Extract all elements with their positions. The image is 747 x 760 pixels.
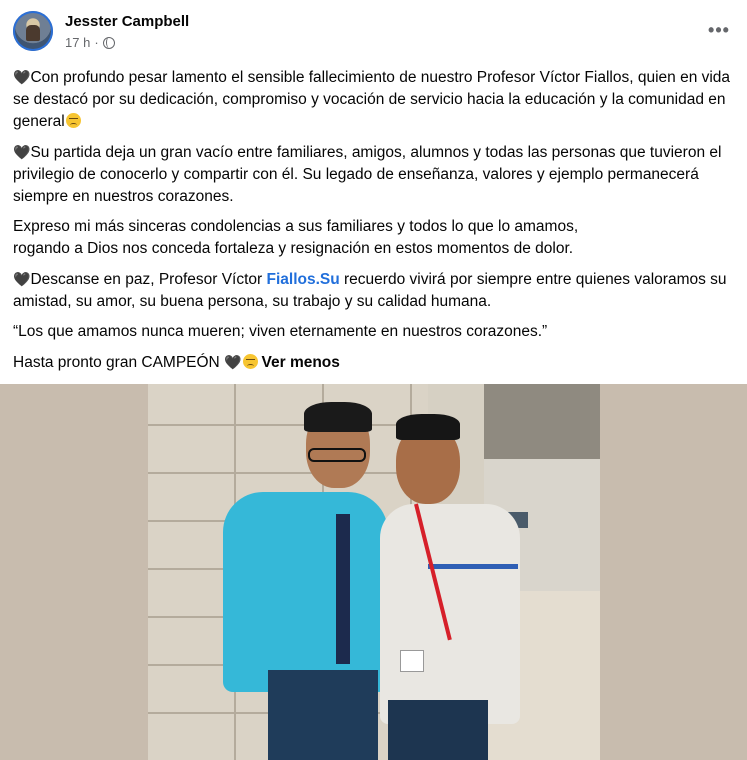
photo-person-left-glasses bbox=[308, 448, 366, 462]
post-paragraph-5: “Los que amamos nunca mueren; viven eter… bbox=[13, 323, 548, 340]
photo-person-right-hair bbox=[396, 414, 460, 440]
paragraph-4-before: Descanse en paz, Profesor Víctor bbox=[30, 271, 267, 288]
post-photo-container bbox=[0, 384, 747, 760]
photo-person-left-shirt bbox=[223, 492, 388, 692]
photo-person-right-shirt bbox=[380, 504, 520, 724]
see-less-button[interactable]: Ver menos bbox=[262, 354, 340, 371]
black-heart-emoji: 🖤 bbox=[13, 69, 31, 85]
paragraph-3-line-1: Expreso mi más sinceras condolencias a s… bbox=[13, 218, 579, 235]
photo-person-right-shirt-stripe bbox=[428, 564, 518, 569]
paragraph-1-text: Con profundo pesar lamento el sensible f… bbox=[13, 69, 731, 130]
photo-person-left-tie bbox=[336, 514, 350, 664]
post-paragraph-6: Hasta pronto gran CAMPEÓN 🖤 Ver menos bbox=[13, 351, 735, 374]
post-paragraph-1: 🖤Con profundo pesar lamento el sensible … bbox=[13, 66, 735, 133]
author-avatar[interactable] bbox=[13, 11, 53, 51]
author-name[interactable]: Jesster Campbell bbox=[65, 13, 189, 30]
globe-icon[interactable] bbox=[102, 36, 115, 49]
black-heart-emoji: 🖤 bbox=[13, 271, 31, 287]
photo-person-left-hair bbox=[304, 402, 372, 432]
post-header: Jesster Campbell 17 h · ••• bbox=[13, 10, 733, 54]
paragraph-3-line-2: rogando a Dios nos conceda fortaleza y r… bbox=[13, 240, 574, 257]
paragraph-6-text: Hasta pronto gran CAMPEÓN bbox=[13, 354, 225, 371]
paragraph-2-text: Su partida deja un gran vacío entre fami… bbox=[13, 144, 722, 205]
black-heart-emoji: 🖤 bbox=[13, 144, 31, 160]
post-meta: 17 h · bbox=[65, 35, 115, 50]
photo-person-right-badge bbox=[400, 650, 424, 672]
disappointed-face-emoji bbox=[242, 354, 258, 369]
post-time[interactable]: 17 h bbox=[65, 35, 90, 50]
post-paragraph-3: Expreso mi más sinceras condolencias a s… bbox=[13, 216, 735, 260]
post-text: 🖤Con profundo pesar lamento el sensible … bbox=[13, 66, 735, 382]
fiallos-link[interactable]: Fiallos.Su bbox=[267, 271, 340, 288]
photo-person-right-pants bbox=[388, 700, 488, 760]
facebook-post: Jesster Campbell 17 h · ••• 🖤Con profund… bbox=[0, 0, 747, 760]
photo-person-left-pants bbox=[268, 670, 378, 760]
disappointed-face-emoji bbox=[65, 113, 81, 128]
more-options-icon[interactable]: ••• bbox=[705, 16, 733, 44]
meta-separator: · bbox=[94, 35, 99, 50]
black-heart-emoji: 🖤 bbox=[224, 354, 242, 370]
post-photo[interactable] bbox=[148, 384, 600, 760]
post-paragraph-2: 🖤Su partida deja un gran vacío entre fam… bbox=[13, 141, 735, 208]
post-paragraph-4: 🖤Descanse en paz, Profesor Víctor Fiallo… bbox=[13, 268, 735, 313]
